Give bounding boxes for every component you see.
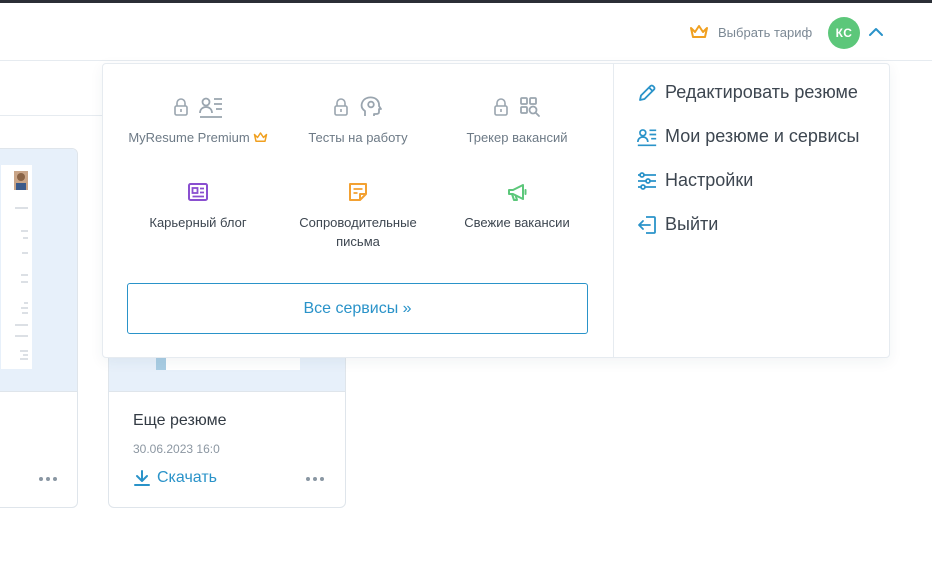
my-resumes-label: Мои резюме и сервисы: [665, 126, 860, 146]
lock-icon: [334, 98, 348, 116]
resume-title[interactable]: Еще резюме: [133, 412, 227, 430]
chevron-up-icon[interactable]: [867, 23, 885, 41]
service-career-blog[interactable]: Карьерный блог: [118, 179, 278, 232]
settings-label: Настройки: [665, 170, 754, 190]
service-label: Сопроводительные письма: [299, 215, 417, 249]
service-fresh-vacancies[interactable]: Свежие вакансии: [437, 179, 597, 232]
head-gear-icon: [360, 96, 382, 116]
download-icon: [134, 470, 150, 486]
account-dropdown-menu: MyResume Premium Тесты на работу Трекер …: [102, 63, 890, 358]
service-myresume-premium[interactable]: MyResume Premium: [118, 94, 278, 147]
newspaper-icon: [188, 183, 208, 201]
pencil-icon: [639, 84, 656, 101]
sliders-icon: [638, 171, 656, 190]
choose-plan-link[interactable]: Выбрать тариф: [689, 22, 812, 42]
megaphone-icon: [508, 184, 527, 201]
my-resumes-link[interactable]: Мои резюме и сервисы: [637, 126, 859, 147]
crown-icon: [690, 25, 708, 38]
download-label: Скачать: [157, 469, 217, 486]
settings-link[interactable]: Настройки: [637, 170, 753, 191]
service-label: MyResume Premium: [128, 130, 250, 145]
service-label: Карьерный блог: [149, 215, 247, 230]
service-vacancy-tracker[interactable]: Трекер вакансий: [437, 94, 597, 147]
toolbar-divider: [0, 115, 103, 116]
service-label: Свежие вакансии: [464, 215, 570, 230]
logout-link[interactable]: Выйти: [637, 214, 718, 235]
menu-divider: [613, 64, 614, 357]
choose-plan-label: Выбрать тариф: [718, 24, 813, 40]
top-header: Выбрать тариф КС: [0, 3, 932, 61]
resume-card[interactable]: [0, 148, 78, 508]
crown-icon: [253, 132, 267, 142]
resume-preview-lines: [14, 171, 28, 360]
lock-icon: [494, 98, 508, 116]
note-icon: [349, 183, 367, 201]
resume-date: 30.06.2023 16:0: [133, 442, 220, 456]
service-label: Тесты на работу: [308, 130, 408, 145]
all-services-button[interactable]: Все сервисы »: [127, 283, 588, 334]
profile-card-icon: [199, 97, 222, 118]
avatar[interactable]: КС: [828, 17, 860, 49]
service-cover-letters[interactable]: Сопроводительные письма: [278, 179, 438, 251]
download-button[interactable]: Скачать: [133, 469, 217, 487]
lock-icon: [174, 98, 188, 116]
logout-icon: [638, 215, 656, 234]
resume-thumbnail: [0, 149, 77, 392]
resume-preview: [1, 165, 32, 369]
service-job-tests[interactable]: Тесты на работу: [278, 94, 438, 147]
more-options-button[interactable]: [39, 477, 57, 481]
edit-resume-link[interactable]: Редактировать резюме: [637, 82, 858, 103]
more-options-button[interactable]: [306, 477, 324, 481]
service-label: Трекер вакансий: [466, 130, 568, 145]
logout-label: Выйти: [665, 214, 719, 234]
search-grid-icon: [520, 97, 540, 117]
edit-resume-label: Редактировать резюме: [665, 82, 858, 102]
profile-list-icon: [637, 128, 657, 146]
